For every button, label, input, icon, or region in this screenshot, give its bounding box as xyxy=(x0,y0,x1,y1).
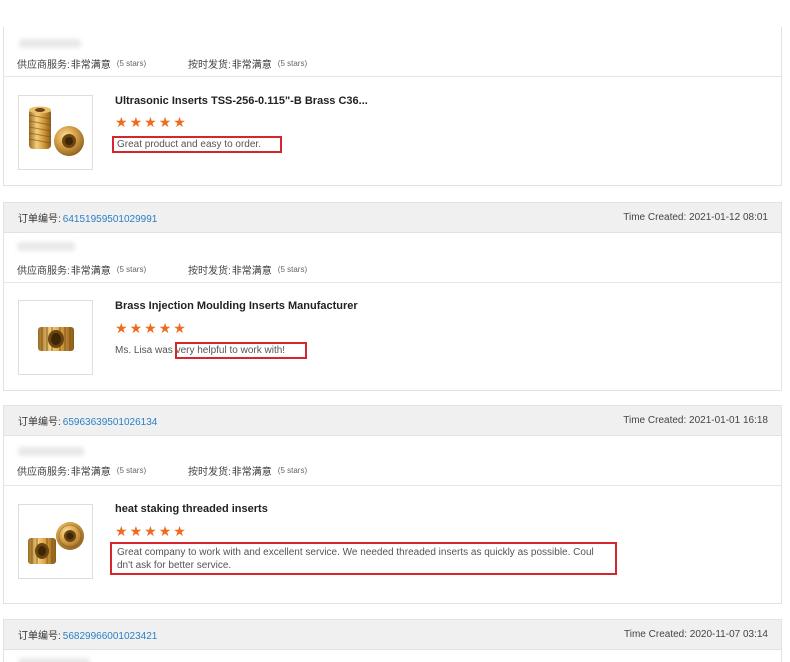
product-image[interactable] xyxy=(18,300,93,375)
review-card: 订单编号: 65963639501026134 Time Created: 202… xyxy=(3,405,782,604)
supplier-service-stars: (5 stars) xyxy=(116,466,147,475)
on-time-shipping-label: 按时发货: xyxy=(188,60,231,71)
time-created: Time Created: 2021-01-12 08:01 xyxy=(623,212,768,223)
star-icon: ★ xyxy=(158,115,172,131)
on-time-shipping-stars: (5 stars) xyxy=(277,466,308,475)
blurred-buyer-name xyxy=(18,447,84,456)
review-card: 订单编号: 64151959501029991 Time Created: 202… xyxy=(3,202,782,391)
product-title[interactable]: Brass Injection Moulding Inserts Manufac… xyxy=(115,300,358,312)
time-created-value: 2021-01-12 08:01 xyxy=(689,212,768,223)
star-icon: ★ xyxy=(158,524,172,540)
star-icon: ★ xyxy=(173,321,186,337)
supplier-service-label: 供应商服务: xyxy=(17,60,70,71)
star-icon: ★ xyxy=(173,524,186,540)
divider xyxy=(4,282,781,283)
supplier-service-value: 非常满意 xyxy=(70,266,111,277)
brass-insert-icon xyxy=(37,326,74,351)
divider xyxy=(4,76,781,77)
product-title[interactable]: heat staking threaded inserts xyxy=(115,503,268,515)
on-time-shipping-value: 非常满意 xyxy=(231,266,272,277)
rating-stars: ★ ★ ★ ★ ★ xyxy=(115,525,186,539)
on-time-shipping-value: 非常满意 xyxy=(231,467,272,478)
brass-insert-pair-icon xyxy=(28,106,84,156)
time-created-value: 2020-11-07 03:14 xyxy=(689,629,768,640)
star-icon: ★ xyxy=(158,321,172,337)
on-time-shipping-label: 按时发货: xyxy=(188,467,231,478)
order-header: 订单编号: 64151959501029991 Time Created: 202… xyxy=(4,203,781,233)
star-icon: ★ xyxy=(129,321,143,337)
time-created-label: Time Created: xyxy=(623,212,687,223)
review-card: 订单编号: 56829966001023421 Time Created: 202… xyxy=(3,619,782,662)
product-image[interactable] xyxy=(18,95,93,170)
on-time-shipping-stars: (5 stars) xyxy=(277,265,308,274)
star-icon: ★ xyxy=(115,524,128,540)
order-number-link[interactable]: 64151959501029991 xyxy=(63,214,158,225)
supplier-service-stars: (5 stars) xyxy=(116,265,147,274)
highlight-box xyxy=(110,542,617,575)
on-time-shipping-stars: (5 stars) xyxy=(277,59,308,68)
star-icon: ★ xyxy=(115,115,128,131)
blurred-buyer-name xyxy=(17,242,75,251)
supplier-service-label: 供应商服务: xyxy=(17,467,70,478)
star-icon: ★ xyxy=(144,115,157,131)
star-icon: ★ xyxy=(129,524,143,540)
rating-stars: ★ ★ ★ ★ ★ xyxy=(115,116,186,130)
supplier-service-label: 供应商服务: xyxy=(17,266,70,277)
order-header: 订单编号: 65963639501026134 Time Created: 202… xyxy=(4,406,781,436)
product-image[interactable] xyxy=(18,504,93,579)
order-number-link[interactable]: 65963639501026134 xyxy=(63,417,158,428)
star-icon: ★ xyxy=(144,321,157,337)
on-time-shipping-label: 按时发货: xyxy=(188,266,231,277)
review-comment-prefix: Ms. Lisa was xyxy=(115,345,176,356)
star-icon: ★ xyxy=(115,321,128,337)
seller-ratings: 供应商服务: 非常满意 (5 stars) 按时发货: 非常满意 (5 stars) xyxy=(17,262,417,277)
time-created-value: 2021-01-01 16:18 xyxy=(689,415,768,426)
star-icon: ★ xyxy=(144,524,157,540)
seller-ratings: 供应商服务: 非常满意 (5 stars) 按时发货: 非常满意 (5 stars) xyxy=(17,56,417,71)
supplier-service-value: 非常满意 xyxy=(70,467,111,478)
highlight-box xyxy=(112,136,282,153)
order-header: 订单编号: 56829966001023421 Time Created: 202… xyxy=(4,620,781,650)
blurred-buyer-name xyxy=(19,39,81,48)
order-number-label: 订单编号: xyxy=(18,214,61,225)
divider xyxy=(4,485,781,486)
order-number-link[interactable]: 56829966001023421 xyxy=(63,631,158,642)
blurred-buyer-name xyxy=(18,658,90,662)
time-created-label: Time Created: xyxy=(623,415,687,426)
seller-ratings: 供应商服务: 非常满意 (5 stars) 按时发货: 非常满意 (5 stars) xyxy=(17,463,417,478)
time-created: Time Created: 2021-01-01 16:18 xyxy=(623,415,768,426)
time-created: Time Created: 2020-11-07 03:14 xyxy=(624,629,768,640)
rating-stars: ★ ★ ★ ★ ★ xyxy=(115,322,186,336)
star-icon: ★ xyxy=(129,115,143,131)
on-time-shipping-value: 非常满意 xyxy=(231,60,272,71)
order-number-label: 订单编号: xyxy=(18,417,61,428)
star-icon: ★ xyxy=(173,115,186,131)
highlight-box xyxy=(175,342,307,359)
supplier-service-stars: (5 stars) xyxy=(116,59,147,68)
supplier-service-value: 非常满意 xyxy=(70,60,111,71)
review-card: 供应商服务: 非常满意 (5 stars) 按时发货: 非常满意 (5 stars) U… xyxy=(3,27,782,186)
threaded-insert-pair-icon xyxy=(27,521,84,564)
product-title[interactable]: Ultrasonic Inserts TSS-256-0.115"-B Bras… xyxy=(115,95,368,107)
time-created-label: Time Created: xyxy=(624,629,687,640)
order-number-label: 订单编号: xyxy=(18,631,61,642)
